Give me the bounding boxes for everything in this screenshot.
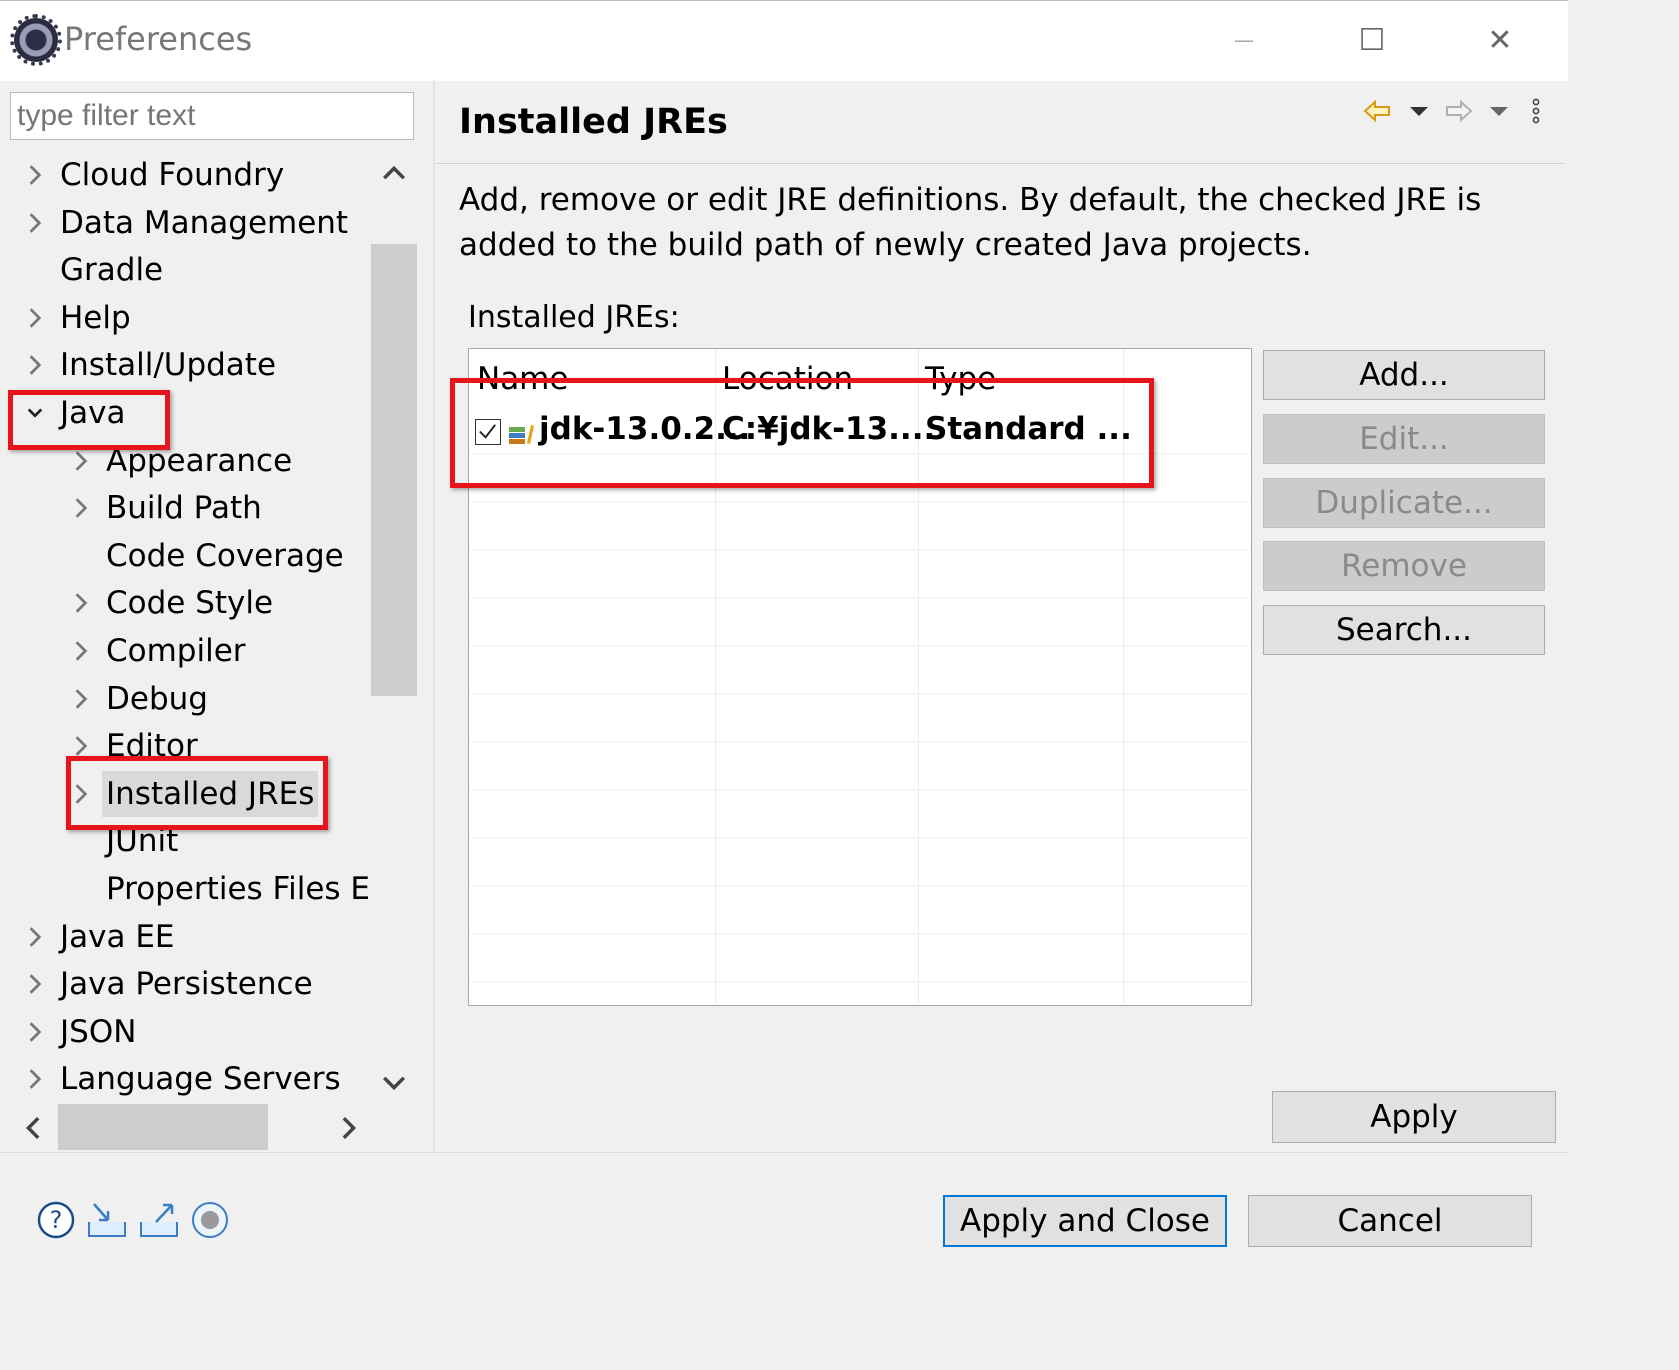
chevron-right-icon[interactable] [68,676,94,722]
chevron-right-icon[interactable] [22,961,48,1007]
tree-item-label: Cloud Foundry [60,157,285,193]
highlight-box-jre-row [450,378,1154,488]
row-divider [469,693,1251,694]
chevron-right-icon[interactable] [22,342,48,388]
forward-history-dropdown-icon[interactable] [1484,96,1514,126]
tree-item[interactable]: Gradle [10,247,370,293]
tree-item[interactable]: Build Path [10,485,370,531]
tree-item-label: Code Style [106,585,274,622]
row-divider [469,837,1251,838]
scroll-right-icon[interactable] [334,1114,362,1142]
apply-button[interactable]: Apply [1272,1091,1556,1143]
row-divider [469,645,1251,646]
tree-item[interactable]: Code Coverage [10,533,370,579]
chevron-right-icon[interactable] [22,295,48,341]
duplicate-button[interactable]: Duplicate... [1263,478,1545,528]
tree-item[interactable]: Java Persistence [10,961,370,1007]
tree-item[interactable]: JSON [10,1009,370,1055]
chevron-right-icon[interactable] [68,485,94,531]
highlight-box-java [8,390,170,450]
vertical-scroll-thumb[interactable] [371,244,417,696]
tree-item[interactable]: Code Style [10,580,370,626]
tree-item-label: Debug [106,680,208,717]
search-button[interactable]: Search... [1263,605,1545,655]
chevron-right-icon[interactable] [68,580,94,626]
tree-item[interactable]: Cloud Foundry [10,152,370,198]
svg-text:?: ? [50,1206,63,1234]
scroll-up-icon[interactable] [380,160,408,188]
chevron-right-icon[interactable] [68,628,94,674]
forward-arrow-icon[interactable] [1444,96,1474,126]
eclipse-app-icon [10,14,62,66]
pane-divider[interactable] [433,80,435,1152]
installed-jres-label: Installed JREs: [468,300,680,335]
tree-item-label: Code Coverage [106,537,344,574]
scroll-left-icon[interactable] [20,1114,48,1142]
import-icon[interactable] [86,1200,128,1240]
horizontal-scroll-thumb[interactable] [58,1104,268,1150]
cancel-button[interactable]: Cancel [1248,1195,1532,1247]
record-icon[interactable] [190,1200,230,1240]
apply-and-close-button[interactable]: Apply and Close [943,1195,1227,1247]
tree-item-label: Gradle [60,252,164,289]
tree-item[interactable]: Compiler [10,628,370,674]
back-history-dropdown-icon[interactable] [1404,96,1434,126]
page-title: Installed JREs [459,102,728,142]
window-title: Preferences [64,20,253,58]
row-divider [469,885,1251,886]
row-divider [469,933,1251,934]
help-icon[interactable]: ? [36,1200,76,1240]
tree-item-label: Java EE [60,918,175,955]
tree-item-label: Compiler [106,633,246,669]
tree-item-label: Java Persistence [60,966,313,1003]
preferences-tree[interactable]: Cloud Foundry Data Management Gradle Help In… [10,152,370,1104]
tree-item-label: Build Path [106,490,262,527]
scroll-down-icon[interactable] [380,1068,408,1096]
tree-item-label: Properties Files Ec [106,871,370,907]
highlight-box-installed-jres [66,756,328,830]
tree-item-label: Data Management [60,204,349,241]
remove-button[interactable]: Remove [1263,541,1545,591]
chevron-right-icon[interactable] [22,1009,48,1055]
header-separator [435,163,1565,164]
row-divider [469,741,1251,742]
row-divider [469,597,1251,598]
tree-item-label: JSON [60,1013,137,1050]
chevron-right-icon[interactable] [22,152,48,198]
row-divider [469,981,1251,982]
export-icon[interactable] [138,1200,180,1240]
tree-item[interactable]: Properties Files Ec [10,866,370,912]
maximize-button[interactable]: ☐ [1344,18,1400,62]
row-divider [469,789,1251,790]
tree-item-label: Install/Update [60,347,277,384]
back-arrow-icon[interactable] [1362,96,1392,126]
tree-item[interactable]: Language Servers [10,1056,370,1102]
tree-item[interactable]: Debug [10,676,370,722]
minimize-button[interactable]: — [1216,18,1272,62]
row-divider [469,549,1251,550]
tree-item-label: Language Servers [60,1061,341,1098]
add-button[interactable]: Add... [1263,350,1545,400]
tree-item[interactable]: Install/Update [10,342,370,388]
footer-separator [0,1152,1568,1153]
page-description: Add, remove or edit JRE definitions. By … [459,182,1482,263]
tree-item[interactable]: Java EE [10,914,370,960]
tree-item[interactable]: Data Management [10,200,370,246]
filter-input[interactable] [10,92,414,140]
chevron-right-icon[interactable] [22,914,48,960]
tree-item-label: Help [60,299,131,336]
tree-item[interactable]: Help [10,295,370,341]
row-divider [469,501,1251,502]
view-menu-icon[interactable] [1526,96,1546,126]
edit-button[interactable]: Edit... [1263,414,1545,464]
chevron-right-icon[interactable] [22,1056,48,1102]
chevron-right-icon[interactable] [22,200,48,246]
close-button[interactable]: ✕ [1472,18,1528,62]
